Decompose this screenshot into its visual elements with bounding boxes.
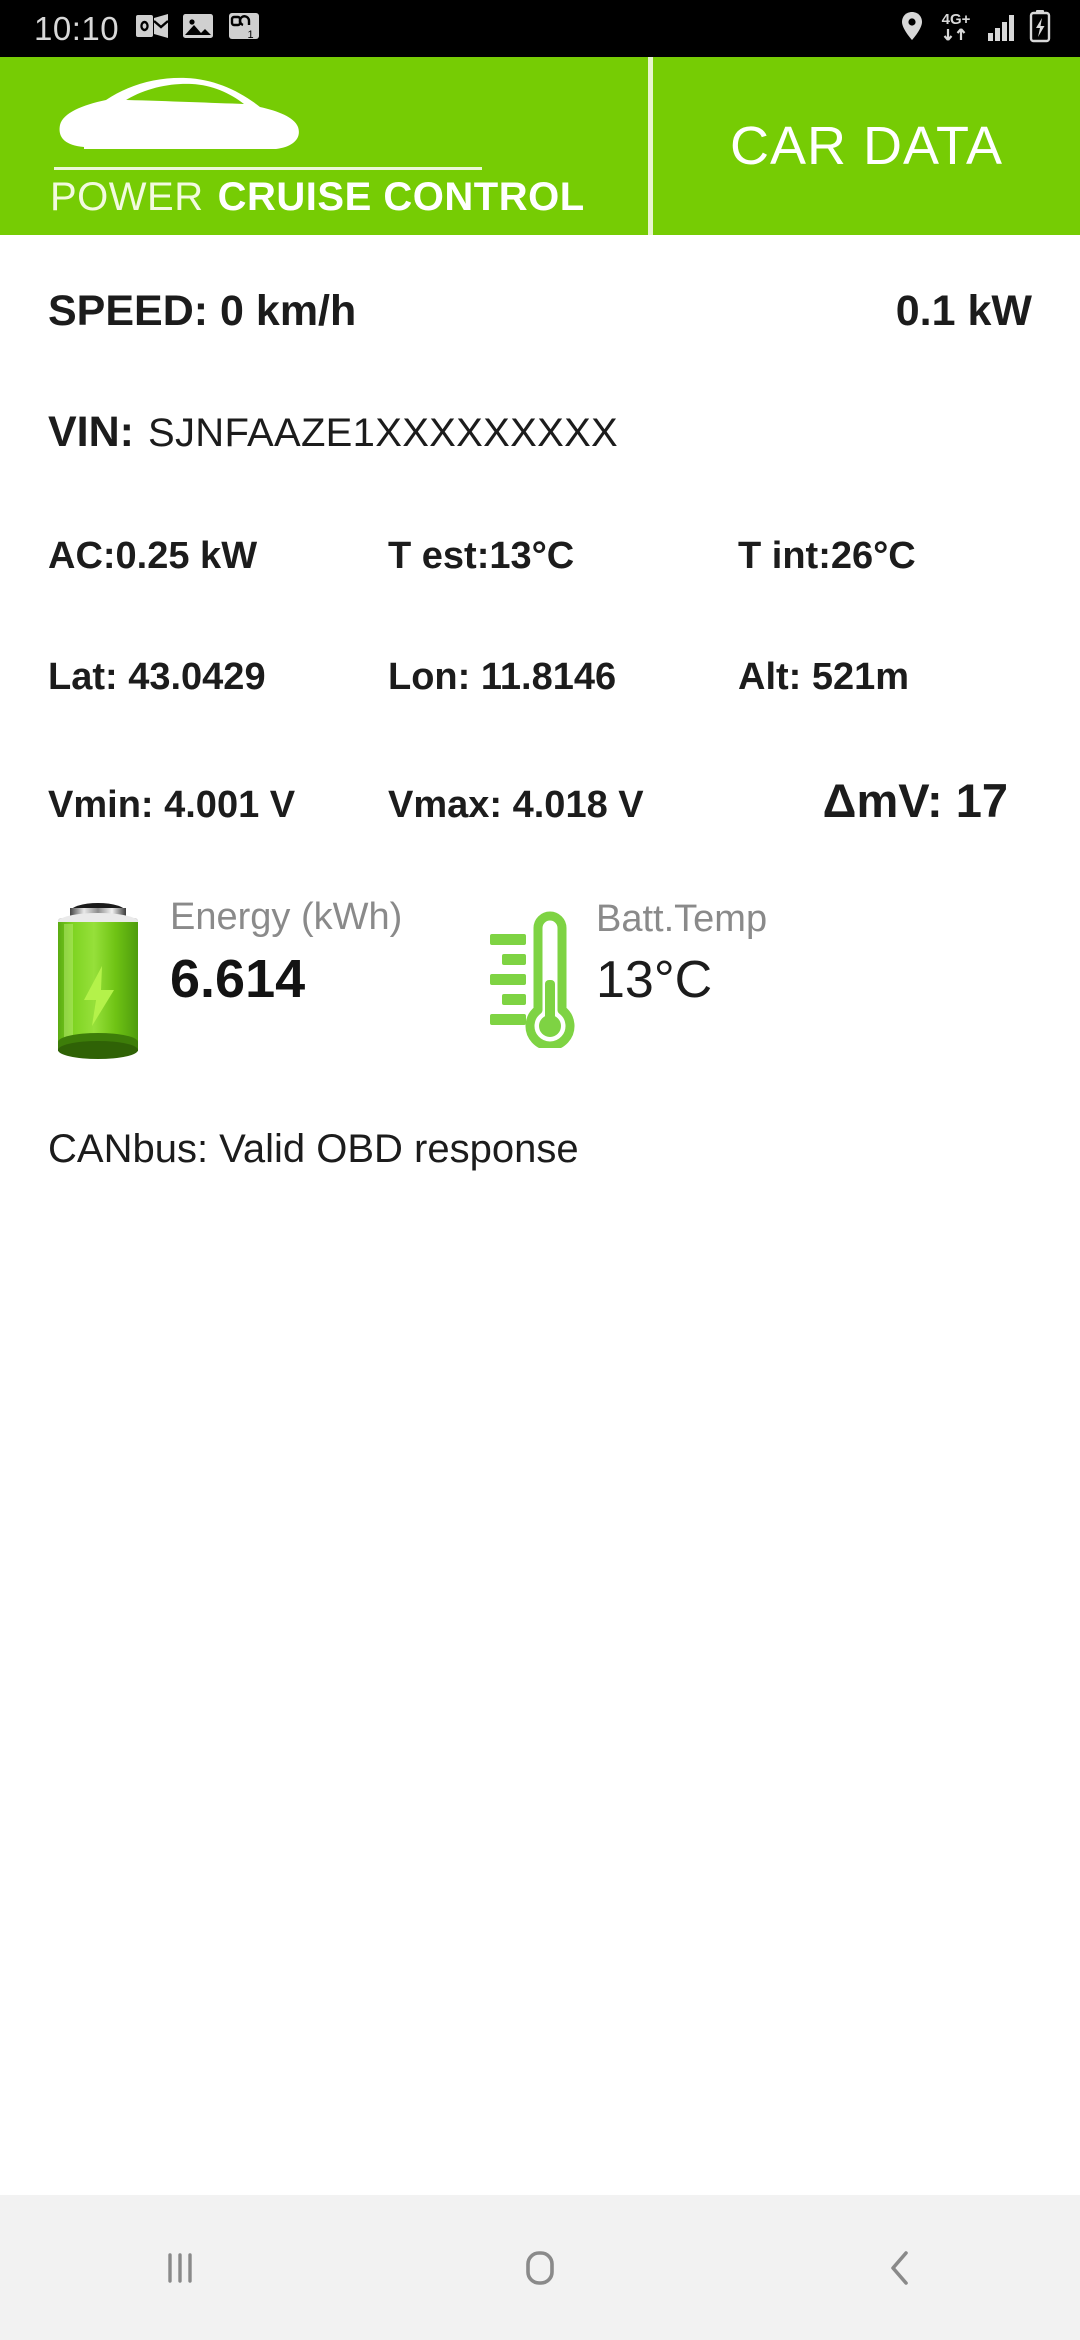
altitude-value: Alt: 521m <box>738 656 910 698</box>
battery-charging-icon <box>58 903 138 1059</box>
home-button[interactable] <box>360 2195 720 2340</box>
temp-internal-value: T int:26°C <box>738 535 916 577</box>
gallery-image-icon <box>181 9 215 48</box>
status-bar-system-icons: 4G+ <box>899 9 1052 48</box>
svg-text:4G+: 4G+ <box>942 11 971 28</box>
cell-voltage-row: Vmin: 4.001 V Vmax: 4.018 V ΔmV: 17 <box>0 773 1080 828</box>
vin-row: VIN: SJNFAAZE1XXXXXXXXX <box>0 408 1080 457</box>
recents-button[interactable] <box>0 2195 360 2340</box>
app-header: POWER CRUISE CONTROL CAR DATA <box>0 57 1080 235</box>
ac-temperature-row: AC:0.25 kW T est:13°C T int:26°C <box>0 535 1080 578</box>
ac-power-value: AC:0.25 kW <box>48 535 258 577</box>
canbus-status-text: CANbus: Valid OBD response <box>48 1127 579 1171</box>
energy-gauge: Energy (kWh) 6.614 <box>48 894 488 1063</box>
svg-text:1: 1 <box>248 29 254 41</box>
location-pin-icon <box>899 10 925 47</box>
speed-value: SPEED: 0 km/h <box>48 287 357 335</box>
longitude-value: Lon: 11.8146 <box>388 656 617 698</box>
battery-temp-value: 13°C <box>596 950 713 1009</box>
temp-estimated-value: T est:13°C <box>388 535 575 577</box>
vin-value: SJNFAAZE1XXXXXXXXX <box>148 411 619 455</box>
qr-badge-icon: 1 <box>227 9 261 48</box>
brand-wordmark: POWER CRUISE CONTROL <box>50 175 585 220</box>
canbus-status-row: CANbus: Valid OBD response <box>0 1127 1080 1172</box>
vmin-value: Vmin: 4.001 V <box>48 784 296 826</box>
phone-screen: 10:10 1 4G+ POWER CRUISE CONTROL CAR DAT… <box>0 0 1080 2340</box>
car-silhouette-icon <box>59 77 299 165</box>
status-bar-clock: 10:10 <box>34 9 120 47</box>
speed-power-row: SPEED: 0 km/h 0.1 kW <box>0 287 1080 336</box>
car-data-content: SPEED: 0 km/h 0.1 kW VIN: SJNFAAZE1XXXXX… <box>0 235 1080 1172</box>
latitude-value: Lat: 43.0429 <box>48 656 266 698</box>
back-icon <box>891 2250 908 2285</box>
brand-divider-line <box>54 167 482 170</box>
delta-mv-value: ΔmV: 17 <box>822 774 1008 827</box>
gauge-strip: Energy (kWh) 6.614 Batt.Temp 13°C <box>0 894 1080 1063</box>
page-title: CAR DATA <box>729 116 1004 176</box>
energy-label: Energy (kWh) <box>170 896 403 938</box>
recents-icon <box>168 2252 192 2283</box>
brand-word-cruise-control: CRUISE CONTROL <box>217 175 585 219</box>
gps-row: Lat: 43.0429 Lon: 11.8146 Alt: 521m <box>0 656 1080 699</box>
signal-bars-icon <box>987 10 1017 47</box>
battery-temp-label: Batt.Temp <box>596 898 768 940</box>
brand-word-power: POWER <box>50 175 204 219</box>
energy-text-block: Energy (kWh) 6.614 <box>170 894 402 1013</box>
battery-temp-gauge: Batt.Temp 13°C <box>488 894 767 1048</box>
page-title-pane: CAR DATA <box>653 57 1080 235</box>
status-bar: 10:10 1 4G+ <box>0 0 1080 57</box>
status-bar-notification-icons: 1 <box>135 9 261 48</box>
vin-label: VIN: <box>48 408 134 456</box>
home-icon <box>526 2250 554 2285</box>
battery-temp-text-block: Batt.Temp 13°C <box>596 894 767 1013</box>
android-navigation-bar <box>0 2195 1080 2340</box>
vmax-value: Vmax: 4.018 V <box>388 784 644 826</box>
energy-value: 6.614 <box>170 948 306 1009</box>
battery-charging-icon <box>1028 9 1052 48</box>
back-button[interactable] <box>720 2195 1080 2340</box>
power-value: 0.1 kW <box>895 287 1032 335</box>
brand-block: POWER CRUISE CONTROL <box>0 57 648 235</box>
outlook-icon <box>135 9 169 48</box>
thermometer-icon <box>490 911 575 1048</box>
network-4g-plus-icon: 4G+ <box>936 9 976 48</box>
